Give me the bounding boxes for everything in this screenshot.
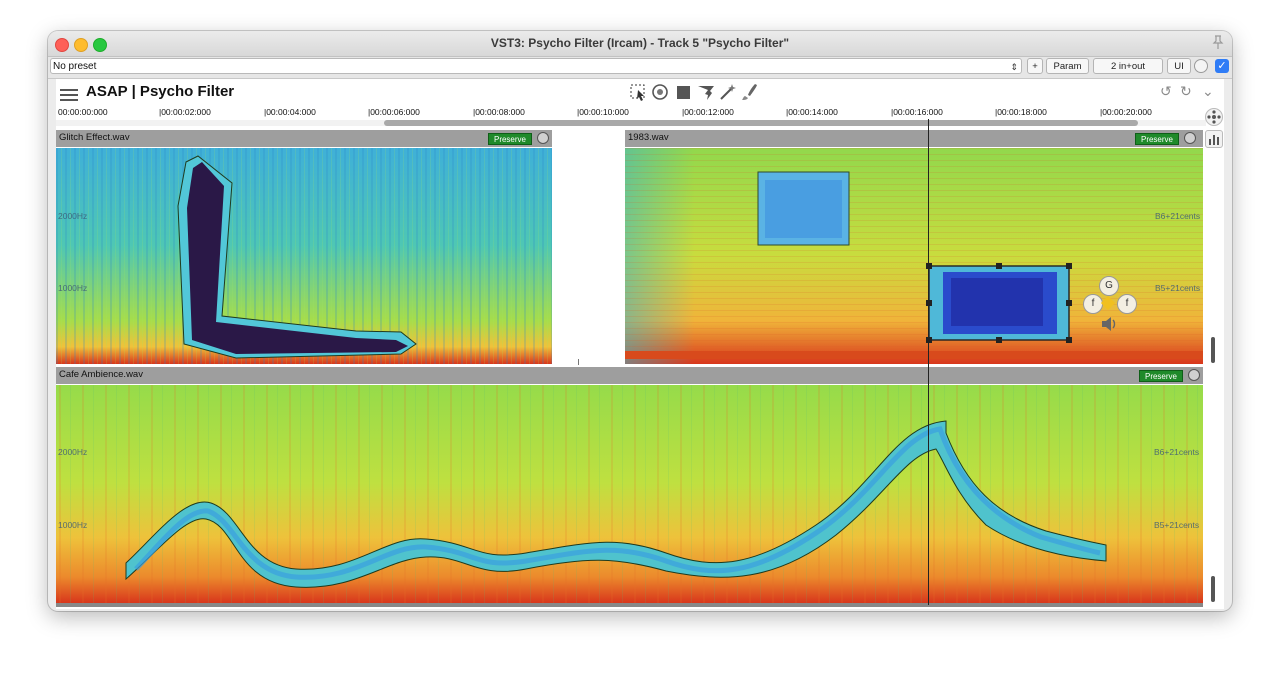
note-label: B6+21cents: [1155, 211, 1201, 221]
time-tick: |00:00:04:000: [264, 107, 316, 117]
power-icon[interactable]: [1184, 132, 1196, 144]
time-tick: 00:00:00:000: [58, 107, 108, 117]
param-button[interactable]: Param: [1046, 58, 1089, 74]
mix-knob[interactable]: [1194, 59, 1208, 73]
freq-right-control[interactable]: f: [1117, 294, 1137, 314]
speaker-icon[interactable]: [1099, 314, 1119, 334]
title-bar[interactable]: VST3: Psycho Filter (Ircam) - Track 5 "P…: [48, 31, 1232, 57]
target-tool-icon[interactable]: [650, 82, 670, 102]
move-handle[interactable]: [1100, 295, 1116, 311]
track-name: 1983.wav: [628, 132, 669, 143]
preserve-button[interactable]: Preserve: [488, 133, 532, 145]
io-button[interactable]: 2 in+out: [1093, 58, 1163, 74]
note-label: B5+21cents: [1154, 520, 1200, 530]
spectrogram[interactable]: 2000Hz 1000Hz B6+21cents B5+21cents: [56, 385, 1203, 603]
note-label: B6+21cents: [1154, 447, 1200, 457]
time-tick: |00:00:18:000: [995, 107, 1047, 117]
gain-control[interactable]: G: [1099, 276, 1119, 296]
tornado-tool-icon[interactable]: [696, 82, 716, 102]
time-tick: |00:00:02:000: [159, 107, 211, 117]
track-name: Cafe Ambience.wav: [59, 369, 143, 380]
spectrogram-divider: [578, 359, 579, 365]
spectrogram[interactable]: 2000Hz 1000Hz: [56, 148, 552, 364]
freq-label: 2000Hz: [58, 447, 88, 457]
preset-select[interactable]: No preset ⇕: [50, 58, 1022, 74]
track-header[interactable]: 1983.wav Preserve: [625, 130, 1203, 147]
enable-checkbox[interactable]: ✓: [1215, 59, 1229, 73]
redo-icon[interactable]: ↻: [1180, 83, 1192, 100]
track-vertical-scrollbar[interactable]: [1211, 337, 1215, 363]
preserve-button[interactable]: Preserve: [1139, 370, 1183, 382]
track-header[interactable]: Glitch Effect.wav Preserve: [56, 130, 552, 147]
freq-label: 2000Hz: [58, 211, 88, 221]
undo-icon[interactable]: ↺: [1160, 83, 1172, 100]
freq-label: 1000Hz: [58, 283, 88, 293]
selection-tool-icon[interactable]: [628, 82, 648, 102]
preset-stepper-icon[interactable]: ⇕: [1010, 59, 1018, 75]
selection-controls: G f f: [1083, 276, 1137, 336]
track-vertical-scrollbar[interactable]: [1211, 576, 1215, 602]
magic-wand-icon[interactable]: [718, 82, 738, 102]
timeline-ruler[interactable]: 00:00:00:000 |00:00:02:000 |00:00:04:000…: [56, 107, 1206, 119]
plugin-window: VST3: Psycho Filter (Ircam) - Track 5 "P…: [48, 31, 1232, 611]
time-tick: |00:00:20:000: [1100, 107, 1152, 117]
scrollbar-thumb[interactable]: [384, 120, 1138, 126]
time-tick: |00:00:06:000: [368, 107, 420, 117]
preset-value: No preset: [53, 61, 97, 72]
power-icon[interactable]: [537, 132, 549, 144]
meter-icon[interactable]: [1205, 130, 1223, 148]
track-header[interactable]: Cafe Ambience.wav Preserve: [56, 367, 1203, 384]
timeline-scrollbar[interactable]: [56, 120, 1206, 126]
freq-label: 1000Hz: [58, 520, 88, 530]
horizontal-scrollbar[interactable]: [56, 603, 1203, 607]
playhead[interactable]: [928, 119, 929, 605]
plugin-area: ASAP | Psycho Filter ↺ ↻ ⌄ 00:00:00:000 …: [56, 79, 1224, 609]
power-icon[interactable]: [1188, 369, 1200, 381]
spectrogram-canvas[interactable]: [56, 148, 552, 364]
time-tick: |00:00:16:000: [891, 107, 943, 117]
time-tick: |00:00:08:000: [473, 107, 525, 117]
host-toolbar: No preset ⇕ + Param 2 in+out UI ✓: [48, 57, 1232, 79]
freq-left-control[interactable]: f: [1083, 294, 1103, 314]
pin-icon[interactable]: [1212, 35, 1224, 52]
time-tick: |00:00:10:000: [577, 107, 629, 117]
plugin-brand: ASAP | Psycho Filter: [86, 83, 235, 100]
spectrogram[interactable]: B6+21cents B5+21cents G f f: [625, 148, 1203, 364]
spectrogram-canvas[interactable]: [56, 385, 1203, 603]
track-name: Glitch Effect.wav: [59, 132, 130, 143]
add-preset-button[interactable]: +: [1027, 58, 1043, 74]
time-tick: |00:00:14:000: [786, 107, 838, 117]
time-tick: |00:00:12:000: [682, 107, 734, 117]
menu-icon[interactable]: [60, 86, 78, 104]
sidebar-sphere-icon[interactable]: [1205, 108, 1223, 126]
window-title: VST3: Psycho Filter (Ircam) - Track 5 "P…: [490, 36, 790, 50]
preserve-button[interactable]: Preserve: [1135, 133, 1179, 145]
brush-tool-icon[interactable]: [740, 82, 760, 102]
chevron-down-icon[interactable]: ⌄: [1202, 83, 1214, 100]
note-label: B5+21cents: [1155, 283, 1201, 293]
square-tool-icon[interactable]: [674, 82, 694, 102]
ui-button[interactable]: UI: [1167, 58, 1191, 74]
